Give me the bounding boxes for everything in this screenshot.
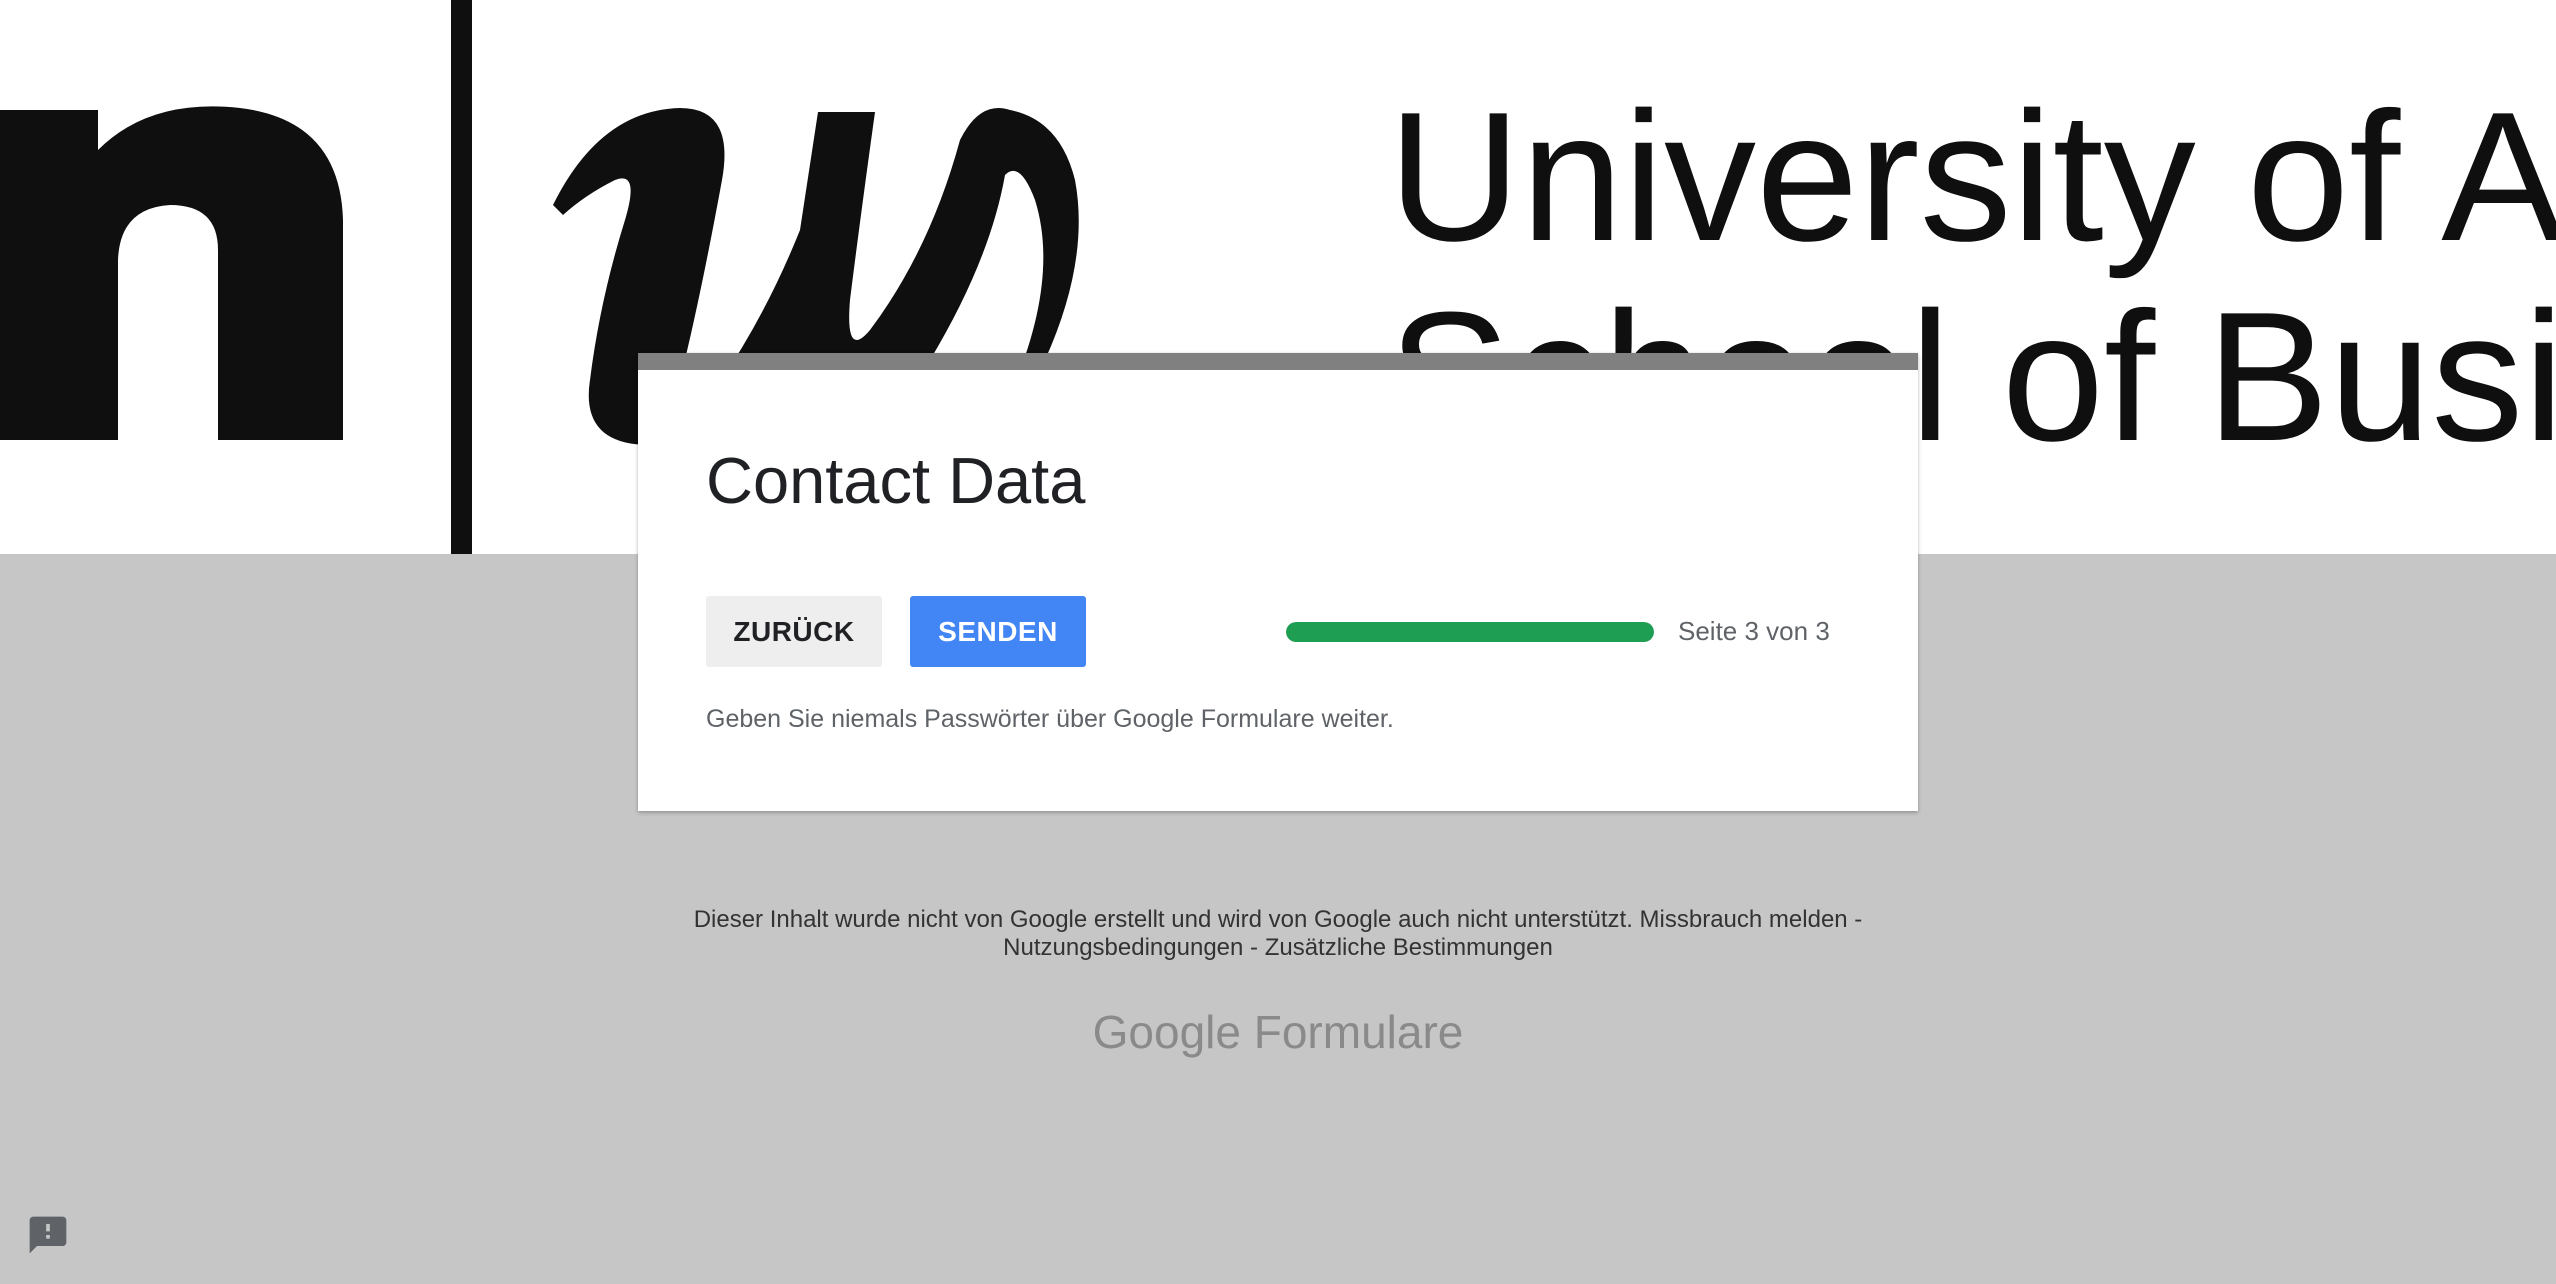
send-button[interactable]: SENDEN bbox=[910, 596, 1086, 667]
additional-terms-link[interactable]: Zusätzliche Bestimmungen bbox=[1265, 934, 1553, 961]
card-top-bar bbox=[638, 353, 1918, 370]
form-card: Contact Data ZURÜCK SENDEN Seite 3 von 3… bbox=[638, 353, 1918, 811]
logo-divider bbox=[451, 0, 472, 554]
terms-link[interactable]: Nutzungsbedingungen bbox=[1003, 934, 1243, 961]
progress-label: Seite 3 von 3 bbox=[1678, 616, 1830, 646]
section-title: Contact Data bbox=[706, 444, 1086, 517]
password-warning: Geben Sie niemals Passwörter über Google… bbox=[706, 705, 1394, 733]
report-abuse-link[interactable]: Missbrauch melden bbox=[1640, 906, 1848, 933]
brand-forms: Formulare bbox=[1253, 1006, 1464, 1058]
footer: Dieser Inhalt wurde nicht von Google ers… bbox=[0, 906, 2556, 961]
back-button[interactable]: ZURÜCK bbox=[706, 596, 882, 667]
disclaimer-text: Dieser Inhalt wurde nicht von Google ers… bbox=[693, 906, 1633, 933]
feedback-icon bbox=[29, 1216, 67, 1254]
progress-bar bbox=[1286, 622, 1654, 642]
footer-line-2: Nutzungsbedingungen - Zusätzliche Bestim… bbox=[1003, 933, 1553, 961]
progress-bar-fill bbox=[1286, 622, 1654, 642]
footer-line-1: Dieser Inhalt wurde nicht von Google ers… bbox=[693, 906, 1863, 933]
google-forms-logo[interactable]: Google Formulare bbox=[0, 1005, 2556, 1059]
feedback-button[interactable] bbox=[26, 1213, 70, 1257]
brand-google: Google bbox=[1092, 1006, 1241, 1058]
logo-n-glyph bbox=[0, 106, 343, 441]
logo-text-line1: University of A bbox=[1388, 73, 2556, 279]
